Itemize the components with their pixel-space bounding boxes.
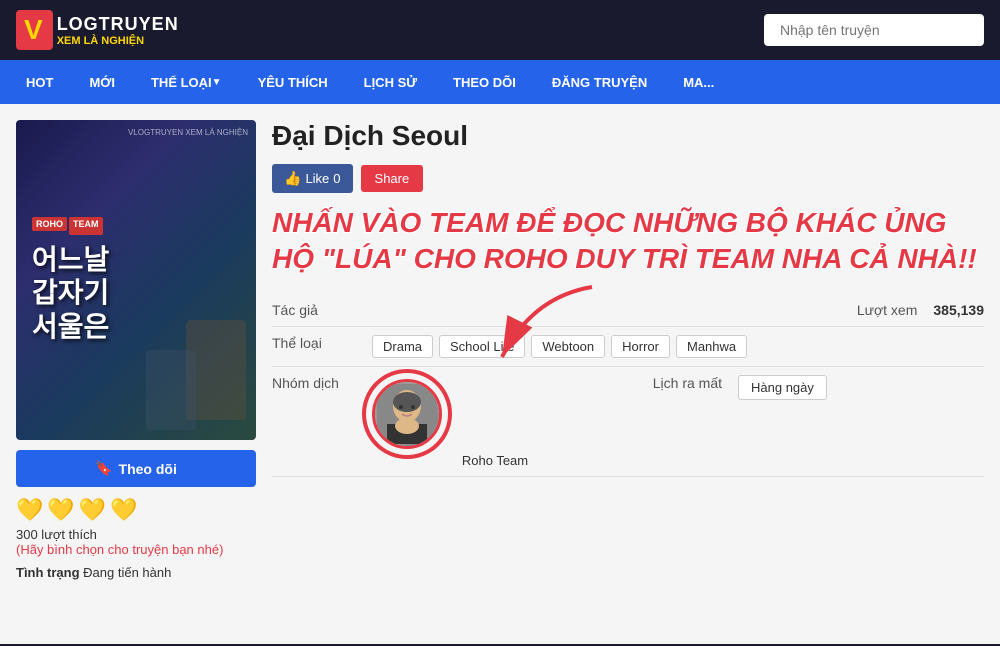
nav-more[interactable]: MA... bbox=[665, 60, 732, 104]
manga-title: Đại Dịch Seoul bbox=[272, 120, 984, 152]
logo: V LOGTRUYEN XEM LÀ NGHIỆN bbox=[16, 10, 179, 50]
info-table: Tác giả Lượt xem 385,139 Thể loại Drama … bbox=[272, 294, 984, 477]
lich-ra-mat-label: Lịch ra mất bbox=[618, 375, 738, 391]
main-nav: HOT MỚI THỂ LOẠI YÊU THÍCH LỊCH SỬ THEO … bbox=[0, 60, 1000, 104]
promo-text: NHẤN VÀO TEAM ĐỂ ĐỌC NHỮNG BỘ KHÁC ỦNG H… bbox=[272, 205, 984, 278]
nav-theloai[interactable]: THỂ LOẠI bbox=[133, 60, 240, 104]
nav-lichsu[interactable]: LỊCH SỬ bbox=[346, 60, 435, 104]
tac-gia-label: Tác giả bbox=[272, 302, 372, 318]
cover-badge-team: TEAM bbox=[69, 217, 103, 235]
lich-ra-mat-value: Hàng ngày bbox=[738, 375, 984, 400]
heart-2-icon: 💛 bbox=[47, 497, 74, 523]
like-count: 0 bbox=[333, 171, 340, 186]
heart-4-icon: 💛 bbox=[110, 497, 137, 523]
team-name: Roho Team bbox=[372, 453, 618, 468]
nhom-dich-value: Roho Team bbox=[372, 375, 618, 468]
info-row-theloai: Thể loại Drama School Life Webtoon Horro… bbox=[272, 327, 984, 367]
team-container: Roho Team bbox=[372, 379, 618, 468]
info-row-tacgia: Tác giả Lượt xem 385,139 bbox=[272, 294, 984, 327]
status-label: Tình trạng bbox=[16, 565, 80, 580]
bookmark-icon: 🔖 bbox=[95, 460, 112, 477]
genre-manhwa[interactable]: Manhwa bbox=[676, 335, 747, 358]
nav-moi[interactable]: MỚI bbox=[71, 60, 133, 104]
thumbup-icon: 👍 bbox=[284, 170, 301, 187]
nav-hot[interactable]: HOT bbox=[8, 60, 71, 104]
info-row-nhomdich: Nhóm dịch bbox=[272, 367, 984, 477]
heart-3-icon: 💛 bbox=[79, 497, 106, 523]
nav-yeuthich[interactable]: YÊU THÍCH bbox=[240, 60, 346, 104]
logo-text: LOGTRUYEN XEM LÀ NGHIỆN bbox=[57, 14, 179, 47]
action-row: 👍 Like 0 Share bbox=[272, 164, 984, 193]
team-avatar-inner bbox=[375, 382, 439, 446]
search-input[interactable] bbox=[764, 14, 984, 46]
logo-subtitle: XEM LÀ NGHIỆN bbox=[57, 35, 179, 47]
status-value: Đang tiến hành bbox=[83, 565, 171, 580]
logo-box: V bbox=[16, 10, 53, 50]
logo-v-icon: V bbox=[24, 14, 43, 45]
left-panel: VLOGTRUYEN XEM LÀ NGHIỆN ROHO TEAM 어느날 갑… bbox=[16, 120, 256, 628]
cover-overlay: ROHO TEAM 어느날 갑자기 서울은 bbox=[16, 120, 256, 440]
status-row: Tình trạng Đang tiến hành bbox=[16, 565, 256, 580]
likes-count: 300 lượt thích bbox=[16, 527, 256, 542]
main-content: VLOGTRUYEN XEM LÀ NGHIỆN ROHO TEAM 어느날 갑… bbox=[0, 104, 1000, 644]
team-avatar-img bbox=[377, 384, 437, 444]
genre-drama[interactable]: Drama bbox=[372, 335, 433, 358]
likes-note[interactable]: (Hãy bình chọn cho truyện bạn nhé) bbox=[16, 542, 256, 557]
logo-title: LOGTRUYEN bbox=[57, 14, 179, 35]
like-button[interactable]: 👍 Like 0 bbox=[272, 164, 353, 193]
genre-tags: Drama School Life Webtoon Horror Manhwa bbox=[372, 335, 984, 358]
genre-webtoon[interactable]: Webtoon bbox=[531, 335, 605, 358]
nav-theodoi[interactable]: THEO DÕI bbox=[435, 60, 534, 104]
cover-badge-roho: ROHO bbox=[32, 217, 67, 231]
header: V LOGTRUYEN XEM LÀ NGHIỆN bbox=[0, 0, 1000, 60]
genre-school-life[interactable]: School Life bbox=[439, 335, 525, 358]
schedule-button[interactable]: Hàng ngày bbox=[738, 375, 827, 400]
nav-dangtruyen[interactable]: ĐĂNG TRUYỆN bbox=[534, 60, 665, 104]
heart-1-icon: 💛 bbox=[16, 497, 43, 523]
heart-row: 💛 💛 💛 💛 bbox=[16, 497, 256, 523]
like-label: Like bbox=[305, 171, 329, 186]
genre-horror[interactable]: Horror bbox=[611, 335, 670, 358]
manga-cover: VLOGTRUYEN XEM LÀ NGHIỆN ROHO TEAM 어느날 갑… bbox=[16, 120, 256, 440]
the-loai-label: Thể loại bbox=[272, 335, 372, 351]
cover-korean-text: 어느날 갑자기 서울은 bbox=[32, 243, 109, 344]
luot-xem-label: Lượt xem bbox=[813, 302, 933, 318]
team-avatar[interactable] bbox=[372, 379, 442, 449]
nhom-dich-label: Nhóm dịch bbox=[272, 375, 372, 391]
luot-xem-value: 385,139 bbox=[933, 302, 984, 318]
follow-label: Theo dõi bbox=[119, 461, 177, 477]
share-button[interactable]: Share bbox=[361, 165, 424, 192]
right-panel: Đại Dịch Seoul 👍 Like 0 Share NHẤN VÀO T… bbox=[272, 120, 984, 628]
genre-tags-container: Drama School Life Webtoon Horror Manhwa bbox=[372, 335, 984, 358]
follow-button[interactable]: 🔖 Theo dõi bbox=[16, 450, 256, 487]
